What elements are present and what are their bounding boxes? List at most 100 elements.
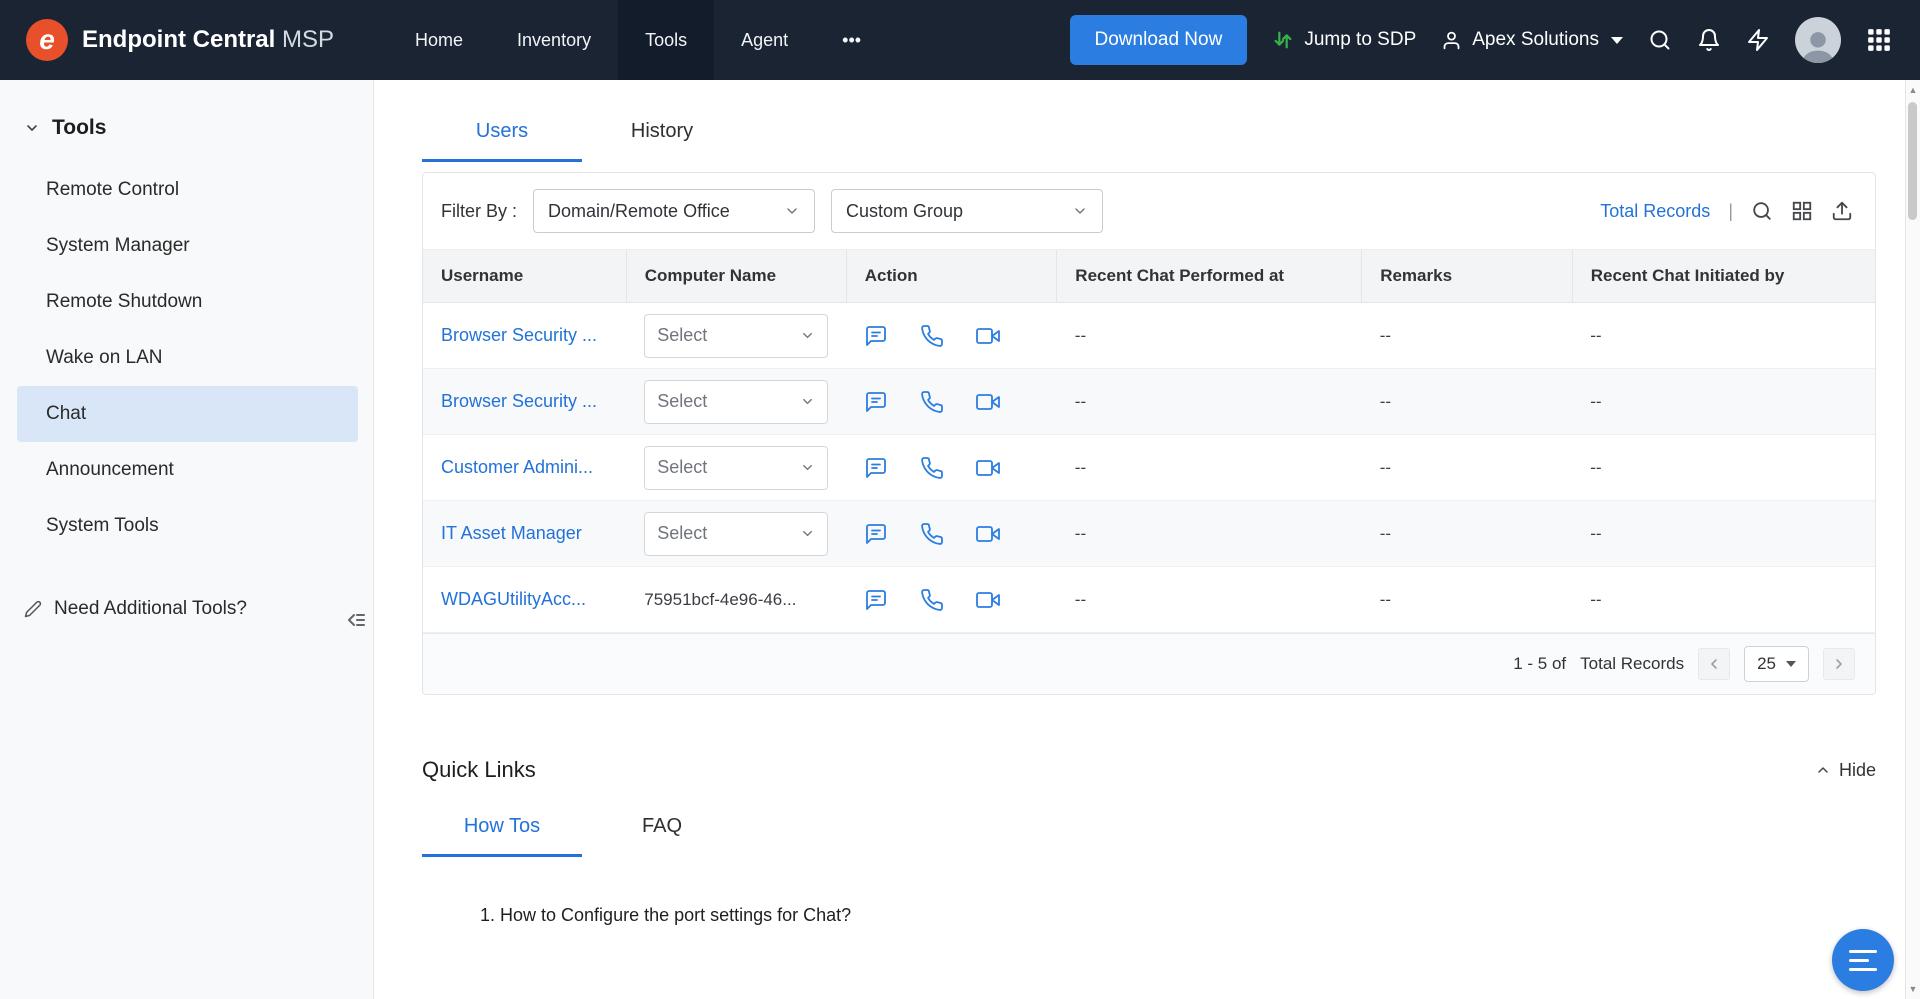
computer-select-dropdown[interactable]: Select bbox=[644, 446, 828, 490]
brand[interactable]: e Endpoint Central MSP bbox=[0, 19, 334, 61]
tab-faq[interactable]: FAQ bbox=[582, 809, 742, 857]
tools-pen-icon bbox=[24, 600, 42, 618]
performed-at-cell: -- bbox=[1057, 369, 1362, 435]
voice-call-icon[interactable] bbox=[920, 588, 944, 612]
sidebar-item-announcement[interactable]: Announcement bbox=[17, 442, 358, 498]
hide-toggle[interactable]: Hide bbox=[1815, 760, 1876, 781]
main-content: Users History Filter By : Domain/Remote … bbox=[374, 80, 1920, 926]
video-call-icon[interactable] bbox=[976, 522, 1000, 546]
initiated-by-cell: -- bbox=[1572, 369, 1875, 435]
download-now-button[interactable]: Download Now bbox=[1070, 15, 1248, 65]
domain-remote-office-dropdown[interactable]: Domain/Remote Office bbox=[533, 189, 815, 233]
tab-history[interactable]: History bbox=[582, 114, 742, 162]
tab-how-tos[interactable]: How Tos bbox=[422, 809, 582, 857]
help-menu-fab[interactable] bbox=[1832, 929, 1894, 991]
user-avatar[interactable] bbox=[1795, 17, 1841, 63]
chat-icon[interactable] bbox=[864, 390, 888, 414]
voice-call-icon[interactable] bbox=[920, 324, 944, 348]
video-call-icon[interactable] bbox=[976, 456, 1000, 480]
sidebar-item-remote-shutdown[interactable]: Remote Shutdown bbox=[17, 274, 358, 330]
remarks-cell: -- bbox=[1362, 435, 1573, 501]
howto-item[interactable]: 1. How to Configure the port settings fo… bbox=[480, 905, 1876, 926]
sidebar: Tools Remote Control System Manager Remo… bbox=[0, 80, 374, 999]
username-link[interactable]: Browser Security ... bbox=[441, 325, 597, 345]
table-search-icon[interactable] bbox=[1751, 200, 1773, 222]
domain-dropdown-value: Domain/Remote Office bbox=[548, 201, 730, 222]
search-icon[interactable] bbox=[1648, 28, 1672, 52]
video-call-icon[interactable] bbox=[976, 588, 1000, 612]
username-link[interactable]: Customer Admini... bbox=[441, 457, 593, 477]
voice-call-icon[interactable] bbox=[920, 390, 944, 414]
quick-links-title: Quick Links bbox=[422, 757, 536, 783]
chevron-down-icon bbox=[800, 460, 815, 475]
scrollbar-up-arrow[interactable]: ▲ bbox=[1906, 82, 1920, 98]
performed-at-cell: -- bbox=[1057, 567, 1362, 633]
account-menu[interactable]: Apex Solutions bbox=[1441, 29, 1623, 51]
action-cell bbox=[864, 522, 1039, 546]
chevron-down-icon bbox=[1611, 37, 1623, 44]
header-remarks: Remarks bbox=[1362, 250, 1573, 303]
previous-page-button[interactable] bbox=[1698, 648, 1730, 680]
computer-select-dropdown[interactable]: Select bbox=[644, 512, 828, 556]
page-scrollbar[interactable]: ▲ ▼ bbox=[1905, 80, 1920, 999]
column-chooser-grid-icon[interactable] bbox=[1791, 200, 1813, 222]
username-link[interactable]: WDAGUtilityAcc... bbox=[441, 589, 586, 609]
header-computer-name: Computer Name bbox=[626, 250, 846, 303]
custom-group-dropdown[interactable]: Custom Group bbox=[831, 189, 1103, 233]
apps-grid-icon[interactable] bbox=[1866, 27, 1892, 53]
page-size-dropdown[interactable]: 25 bbox=[1744, 646, 1809, 682]
remarks-cell: -- bbox=[1362, 303, 1573, 369]
chat-icon[interactable] bbox=[864, 522, 888, 546]
initiated-by-cell: -- bbox=[1572, 567, 1875, 633]
chevron-up-icon bbox=[1815, 762, 1831, 778]
sidebar-item-wake-on-lan[interactable]: Wake on LAN bbox=[17, 330, 358, 386]
chat-icon[interactable] bbox=[864, 588, 888, 612]
chat-tabs: Users History bbox=[422, 114, 1920, 162]
sidebar-item-chat[interactable]: Chat bbox=[17, 386, 358, 442]
hide-label: Hide bbox=[1839, 760, 1876, 781]
video-call-icon[interactable] bbox=[976, 324, 1000, 348]
sidebar-collapse-icon[interactable] bbox=[343, 608, 367, 632]
nav-item-agent[interactable]: Agent bbox=[714, 0, 815, 80]
sidebar-section-tools[interactable]: Tools bbox=[0, 80, 373, 140]
header-action: Action bbox=[846, 250, 1057, 303]
tab-users[interactable]: Users bbox=[422, 114, 582, 162]
scrollbar-thumb[interactable] bbox=[1908, 102, 1917, 220]
sidebar-item-system-tools[interactable]: System Tools bbox=[17, 498, 358, 554]
chat-icon[interactable] bbox=[864, 456, 888, 480]
chevron-down-icon bbox=[800, 526, 815, 541]
nav-item-tools[interactable]: Tools bbox=[618, 0, 714, 80]
sidebar-item-system-manager[interactable]: System Manager bbox=[17, 218, 358, 274]
chevron-down-icon bbox=[800, 328, 815, 343]
jump-to-sdp[interactable]: Jump to SDP bbox=[1272, 29, 1416, 51]
chevron-down-icon bbox=[784, 203, 800, 219]
computer-select-dropdown[interactable]: Select bbox=[644, 314, 828, 358]
username-link[interactable]: IT Asset Manager bbox=[441, 523, 582, 543]
pagination-total-records-link[interactable]: Total Records bbox=[1580, 654, 1684, 674]
voice-call-icon[interactable] bbox=[920, 522, 944, 546]
chat-icon[interactable] bbox=[864, 324, 888, 348]
next-page-button[interactable] bbox=[1823, 648, 1855, 680]
nav-item-home[interactable]: Home bbox=[388, 0, 490, 80]
app-title: Endpoint Central MSP bbox=[82, 26, 334, 54]
announcements-icon[interactable] bbox=[1697, 28, 1721, 52]
quick-actions-bolt-icon[interactable] bbox=[1746, 28, 1770, 52]
nav-item-more[interactable]: ••• bbox=[815, 0, 888, 80]
scrollbar-down-arrow[interactable]: ▼ bbox=[1906, 981, 1920, 997]
sidebar-item-remote-control[interactable]: Remote Control bbox=[17, 162, 358, 218]
pagination-bar: 1 - 5 of Total Records 25 bbox=[423, 633, 1875, 694]
export-upload-icon[interactable] bbox=[1831, 200, 1853, 222]
need-additional-tools[interactable]: Need Additional Tools? bbox=[0, 598, 373, 620]
nav-item-inventory[interactable]: Inventory bbox=[490, 0, 618, 80]
username-link[interactable]: Browser Security ... bbox=[441, 391, 597, 411]
computer-select-dropdown[interactable]: Select bbox=[644, 380, 828, 424]
filter-bar: Filter By : Domain/Remote Office Custom … bbox=[423, 173, 1875, 249]
toolbar-separator: | bbox=[1728, 201, 1733, 222]
quick-links-tabs: How Tos FAQ bbox=[422, 809, 1876, 857]
total-records-link[interactable]: Total Records bbox=[1600, 201, 1710, 222]
video-call-icon[interactable] bbox=[976, 390, 1000, 414]
computer-select-value: Select bbox=[657, 391, 707, 412]
voice-call-icon[interactable] bbox=[920, 456, 944, 480]
table-toolbar: Total Records | bbox=[1600, 200, 1853, 222]
performed-at-cell: -- bbox=[1057, 501, 1362, 567]
